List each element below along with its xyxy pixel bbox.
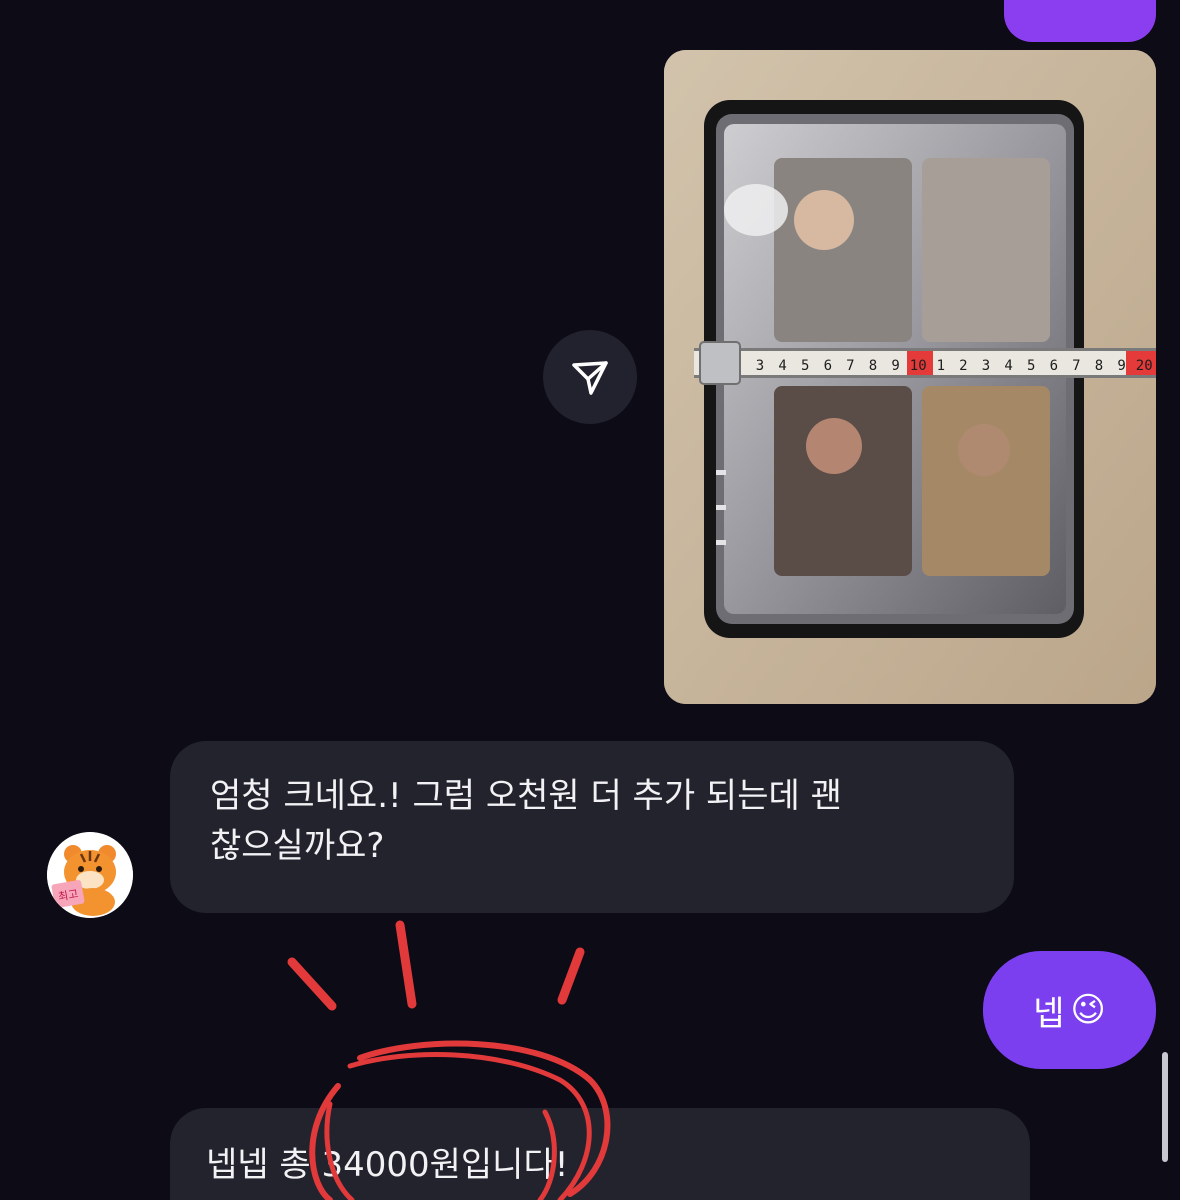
- ruler-digit: 8: [1095, 358, 1103, 374]
- avatar[interactable]: 최고: [47, 832, 133, 918]
- ruler-digit: 3: [756, 358, 764, 374]
- message-text: 넵: [1033, 993, 1065, 1034]
- send-icon: [572, 361, 608, 395]
- sent-message-bubble[interactable]: 넵 😉: [983, 951, 1156, 1069]
- ruler-digit: 5: [801, 358, 809, 374]
- message-text-line-2: 찮으실까요?: [210, 826, 385, 866]
- ruler-digit: 7: [846, 358, 854, 374]
- share-button[interactable]: [543, 330, 637, 424]
- binder-photo: 3 4 5 6 7 8 9 10 1 2 3 4 5 6 7 8 9 20: [664, 50, 1156, 704]
- ruler-digit: 3: [982, 358, 990, 374]
- ruler-digit: 5: [1027, 358, 1035, 374]
- ruler-digit: 2: [959, 358, 967, 374]
- ruler-digit: 6: [1050, 358, 1058, 374]
- ruler-digit: 1: [937, 358, 945, 374]
- ruler-digit: 20: [1136, 358, 1153, 374]
- ruler-digit: 4: [1004, 358, 1012, 374]
- ruler-digit: 9: [1117, 358, 1125, 374]
- message-text: 넵넵 총 34000원입니다!: [206, 1145, 569, 1185]
- received-message-bubble-2[interactable]: 넵넵 총 34000원입니다!: [170, 1108, 1030, 1200]
- ruler-digit: 7: [1072, 358, 1080, 374]
- ruler-digit: 10: [910, 358, 927, 374]
- sent-message-bubble-partial[interactable]: [1004, 0, 1156, 42]
- ruler-digit: 4: [778, 358, 786, 374]
- photo-message[interactable]: 3 4 5 6 7 8 9 10 1 2 3 4 5 6 7 8 9 20: [664, 50, 1156, 704]
- received-message-bubble[interactable]: 엄청 크네요.! 그럼 오천원 더 추가 되는데 괜 찮으실까요?: [170, 741, 1014, 913]
- message-text-line-1: 엄청 크네요.! 그럼 오천원 더 추가 되는데 괜: [210, 776, 842, 816]
- tiger-avatar-icon: 최고: [47, 832, 133, 918]
- ruler-digit: 6: [824, 358, 832, 374]
- ruler-digit: 8: [869, 358, 877, 374]
- scrollbar[interactable]: [1162, 1052, 1168, 1162]
- wink-emoji-icon: 😉: [1070, 990, 1106, 1030]
- ruler-digit: 9: [891, 358, 899, 374]
- chat-screen: 3 4 5 6 7 8 9 10 1 2 3 4 5 6 7 8 9 20 최고 엄청 크네요: [0, 0, 1180, 1200]
